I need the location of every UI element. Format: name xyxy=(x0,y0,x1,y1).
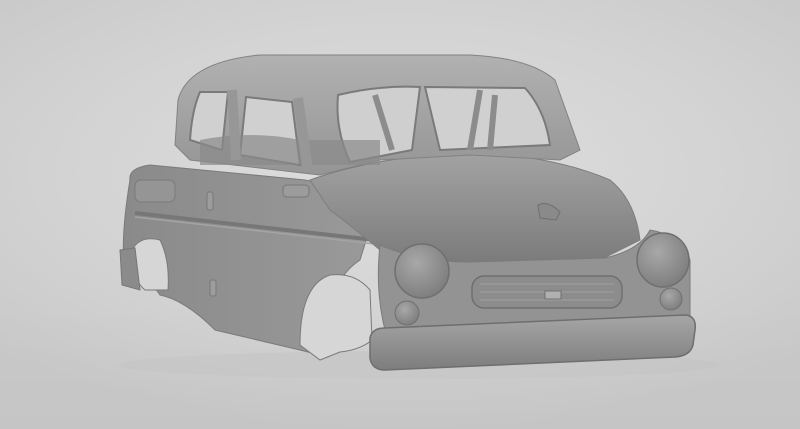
front-window xyxy=(423,85,552,152)
grille-badge xyxy=(544,290,562,300)
headlight-right xyxy=(636,232,690,288)
door-handle-rear xyxy=(206,191,214,211)
door-handle-front xyxy=(282,184,310,198)
b-pillar xyxy=(227,89,241,161)
car-body-model xyxy=(119,54,720,379)
turn-lamp-left xyxy=(394,300,420,326)
rear-vent xyxy=(134,179,176,203)
turn-lamp-right xyxy=(659,287,683,311)
lower-door-handle xyxy=(209,279,217,297)
render-viewport xyxy=(0,0,800,429)
headlight-left xyxy=(394,243,450,299)
